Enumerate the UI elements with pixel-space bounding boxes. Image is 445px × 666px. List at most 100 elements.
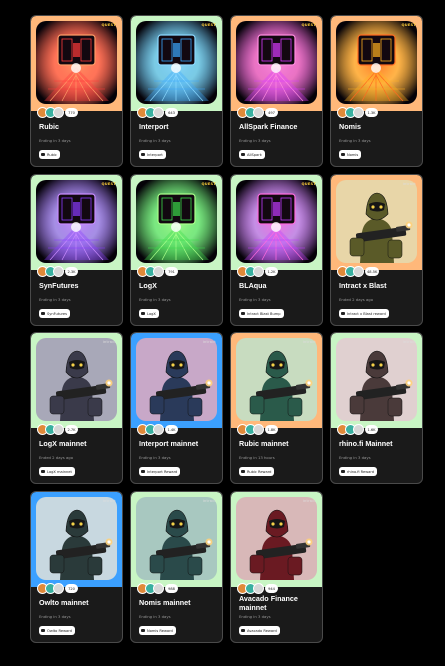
- quest-card[interactable]: QUEST 770 Rubic Ending in 3 days Rubic: [30, 15, 123, 167]
- participant-count: 643: [165, 108, 178, 117]
- participant-count: 944: [265, 584, 278, 593]
- quest-art-graphic: [36, 180, 117, 263]
- avatar: [153, 107, 164, 118]
- reward-icon: [41, 312, 45, 315]
- reward-chip[interactable]: rhino.fi Reward: [339, 467, 378, 476]
- avatar: [53, 424, 64, 435]
- quest-card[interactable]: intract 1.4K Interport mainnet Ending in 3 …: [130, 332, 223, 484]
- quest-status: Ending in 3 days: [139, 297, 171, 302]
- avatar: [53, 583, 64, 594]
- quest-status: Ending in 3 days: [139, 614, 171, 619]
- participant-count: 1.4K: [165, 425, 178, 434]
- avatar: [153, 266, 164, 277]
- quest-art-frame: [136, 21, 217, 104]
- quest-card[interactable]: intract 1.8K Rubic mainnet Ending in 13 hou…: [230, 332, 323, 484]
- reward-label: AllSpark: [247, 152, 262, 157]
- reward-chip[interactable]: Nomis: [339, 150, 362, 159]
- reward-chip[interactable]: LogX: [139, 309, 159, 318]
- reward-icon: [241, 470, 245, 473]
- quest-art-graphic: [236, 497, 317, 580]
- participant-count: 1.8K: [265, 425, 278, 434]
- reward-chip[interactable]: Avacado Reward: [239, 626, 280, 635]
- reward-icon: [241, 153, 245, 156]
- quest-card[interactable]: intract 720 Owlto mainnet Ending in 3 days O…: [30, 491, 123, 643]
- quest-title: Intract x Blast: [339, 281, 387, 290]
- reward-icon: [341, 312, 345, 315]
- avatar: [253, 107, 264, 118]
- quest-card[interactable]: intract 48.5K Intract x Blast Ended 2 days …: [330, 174, 423, 326]
- reward-chip[interactable]: Nomis Reward: [139, 626, 176, 635]
- quest-card[interactable]: intract 1.6K rhino.fi Mainnet Ending in 3 d…: [330, 332, 423, 484]
- quest-card[interactable]: QUEST 1.3K Nomis Ending in 3 days Nomis: [330, 15, 423, 167]
- quest-card[interactable]: QUEST 2.3K SynFutures Ending in 3 days SynFu…: [30, 174, 123, 326]
- participant-count: 497: [265, 108, 278, 117]
- quest-title: Owlto mainnet: [39, 598, 89, 607]
- reward-chip[interactable]: Interport Reward: [139, 467, 181, 476]
- reward-label: rhino.fi Reward: [347, 469, 375, 474]
- reward-label: LogX mainnet: [47, 469, 72, 474]
- participant-count: 988: [165, 584, 178, 593]
- quest-art-tag: QUEST: [301, 182, 316, 186]
- quest-art-tag: QUEST: [401, 23, 416, 27]
- reward-chip[interactable]: Intract Blast Bump: [239, 309, 284, 318]
- quest-status: Ending in 3 days: [239, 138, 271, 143]
- participant-avatars: 720: [37, 583, 78, 594]
- reward-chip[interactable]: AllSpark: [239, 150, 265, 159]
- quest-art-graphic: [136, 180, 217, 263]
- quest-art-tag: intract: [302, 499, 316, 503]
- reward-icon: [241, 629, 245, 632]
- quest-card[interactable]: QUEST 643 Interport Ending in 3 days Interpo…: [130, 15, 223, 167]
- reward-icon: [241, 312, 245, 315]
- avatar: [253, 424, 264, 435]
- reward-chip[interactable]: Interport: [139, 150, 166, 159]
- quest-art-graphic: [36, 338, 117, 421]
- quest-status: Ending in 3 days: [239, 297, 271, 302]
- reward-icon: [141, 312, 145, 315]
- quest-card[interactable]: intract 944 Avacado Finance mainnet Ending …: [230, 491, 323, 643]
- reward-chip[interactable]: Rubic Reward: [239, 467, 275, 476]
- quest-art-graphic: [236, 21, 317, 104]
- quest-art: intract: [331, 333, 422, 428]
- avatar: [353, 266, 364, 277]
- reward-chip[interactable]: Owlto Reward: [39, 626, 75, 635]
- quest-art-frame: [236, 180, 317, 263]
- avatar: [353, 424, 364, 435]
- quest-art-frame: [136, 497, 217, 580]
- quest-card[interactable]: QUEST 1.2K BLAqua Ending in 3 days Intract B…: [230, 174, 323, 326]
- participant-avatars: 2.3K: [37, 266, 78, 277]
- reward-chip[interactable]: SynFutures: [39, 309, 71, 318]
- quest-status: Ending in 3 days: [139, 455, 171, 460]
- quest-title: AllSpark Finance: [239, 122, 298, 131]
- quest-art-graphic: [36, 497, 117, 580]
- quest-art-graphic: [336, 180, 417, 263]
- quest-art-frame: [236, 338, 317, 421]
- reward-icon: [141, 153, 145, 156]
- quest-status: Ending in 3 days: [339, 455, 371, 460]
- quest-card[interactable]: QUEST 791 LogX Ending in 3 days LogX: [130, 174, 223, 326]
- quest-title: Rubic: [39, 122, 59, 131]
- quest-status: Ending in 3 days: [139, 138, 171, 143]
- quest-title: LogX mainnet: [39, 439, 87, 448]
- participant-count: 1.3K: [365, 108, 378, 117]
- reward-label: Avacado Reward: [247, 628, 277, 633]
- reward-chip[interactable]: Intract x Blast reward: [339, 309, 389, 318]
- quest-art-tag: QUEST: [101, 182, 116, 186]
- quest-card[interactable]: QUEST 497 AllSpark Finance Ending in 3 days…: [230, 15, 323, 167]
- quest-art-frame: [36, 21, 117, 104]
- quest-art-graphic: [336, 21, 417, 104]
- avatar: [353, 107, 364, 118]
- participant-avatars: 770: [37, 107, 78, 118]
- reward-label: Nomis: [347, 152, 359, 157]
- reward-chip[interactable]: LogX mainnet: [39, 467, 75, 476]
- quest-status: Ending in 3 days: [339, 138, 371, 143]
- participant-avatars: 791: [137, 266, 178, 277]
- quest-card[interactable]: intract 2.7K LogX mainnet Ended 2 days ago L…: [30, 332, 123, 484]
- quest-art: QUEST: [231, 175, 322, 270]
- reward-chip[interactable]: Rubic: [39, 150, 60, 159]
- quest-card[interactable]: intract 988 Nomis mainnet Ending in 3 days N…: [130, 491, 223, 643]
- quest-title: BLAqua: [239, 281, 267, 290]
- quest-art-graphic: [36, 21, 117, 104]
- quest-art: QUEST: [131, 16, 222, 111]
- avatar: [153, 424, 164, 435]
- quest-art-tag: intract: [302, 340, 316, 344]
